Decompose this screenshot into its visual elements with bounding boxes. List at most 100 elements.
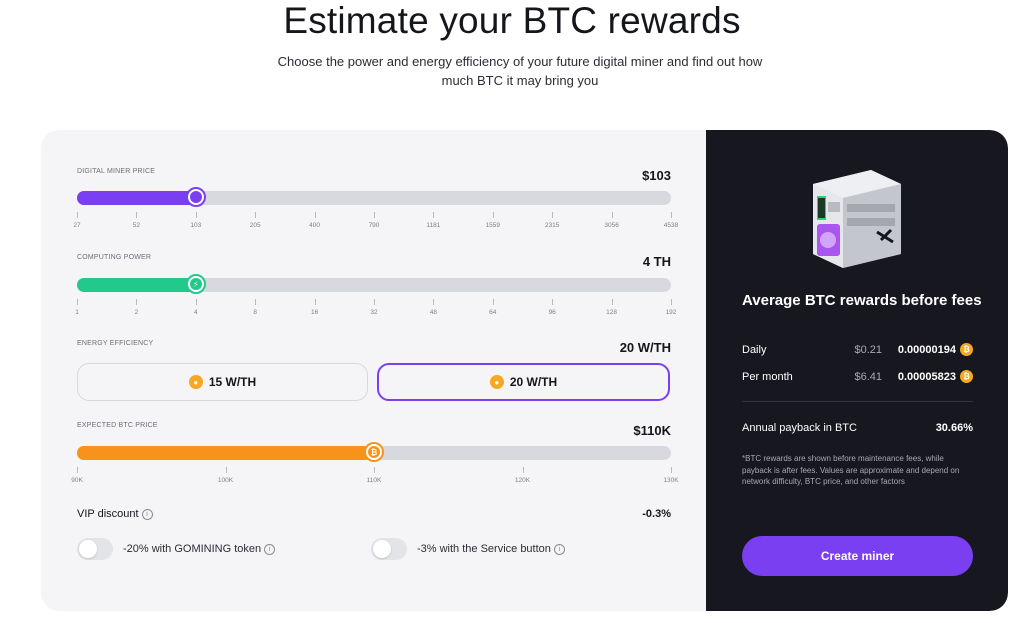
rewards-row-month: Per month $6.41 0.00005823 ₿ [742,370,973,386]
power-slider-fill [77,278,196,292]
btc-price-slider-handle[interactable]: ₿ [364,442,384,462]
slider-tick [671,212,672,218]
rewards-divider [742,401,973,402]
service-button-text: -3% with the Service button [417,543,551,555]
gomining-token-text: -20% with GOMINING token [123,543,262,555]
slider-tick [314,212,316,218]
slider-tick-label: 96 [548,309,556,316]
slider-tick [225,467,227,473]
rewards-panel: Average BTC rewards before fees Daily $0… [706,130,1008,611]
slider-tick [552,299,554,305]
btc-price-ticks: 90K 100K 110K 120K 130K [71,467,679,487]
service-button-toggle-label: -3% with the Service button i [417,543,565,555]
power-slider[interactable]: ⚡ [77,274,671,294]
slider-tick-label: 400 [309,222,321,229]
calculator-card: DIGITAL MINER PRICE $103 27 52 103 205 400 79… [41,130,1008,611]
slider-tick-label: 1 [75,309,79,316]
slider-tick [77,212,78,218]
slider-tick-label: 52 [132,222,141,229]
slider-tick [77,299,78,305]
toggle-thumb [373,540,391,558]
rewards-row-btc: 0.00005823 [897,371,956,383]
info-icon[interactable]: i [141,508,153,520]
rewards-title: Average BTC rewards before fees [742,292,982,309]
slider-tick [522,467,524,473]
info-icon[interactable]: i [553,543,565,555]
slider-tick-label: 790 [368,222,380,229]
slider-tick [492,212,494,218]
price-value: $103 [642,168,671,183]
rewards-row-usd: $6.41 [854,371,882,383]
slider-tick-label: 128 [606,309,618,316]
slider-tick [77,467,78,473]
slider-tick-label: 4538 [663,222,679,229]
slider-tick [195,212,197,218]
rewards-row-btc: 0.00000194 [897,344,956,356]
slider-tick-label: 16 [310,309,319,316]
create-miner-button[interactable]: Create miner [742,536,973,576]
slider-tick [255,212,257,218]
info-icon[interactable]: i [264,543,276,555]
rewards-row-daily: Daily $0.21 0.00000194 ₿ [742,343,973,359]
slider-tick-label: 1559 [485,222,501,229]
slider-tick-label: 27 [73,222,81,229]
btc-price-label: EXPECTED BTC PRICE [77,422,158,429]
bitcoin-icon: ₿ [368,446,380,458]
slider-tick [136,299,138,305]
power-label: COMPUTING POWER [77,254,152,261]
slider-tick-label: 4 [193,309,198,316]
btc-price-slider[interactable]: ₿ [77,442,671,462]
slider-tick-label: 32 [370,309,378,316]
slider-tick-label: 110K [366,477,382,484]
slider-tick-label: 1181 [426,222,441,229]
power-value: 4 TH [642,254,671,269]
vip-label-text: VIP discount [77,508,139,520]
efficiency-option-label: 20 W/TH [509,375,558,389]
slider-tick [136,212,138,218]
slider-tick [314,299,316,305]
slider-tick [195,299,197,305]
gomining-token-toggle[interactable] [77,538,113,560]
payback-row: Annual payback in BTC 30.66% [742,421,973,437]
slider-tick [374,467,375,473]
btc-price-value: $110K [633,423,671,438]
miner-device-image [813,170,901,268]
slider-tick [671,299,672,305]
slider-tick [433,299,435,305]
rewards-row-label: Per month [742,371,793,383]
lightning-icon: ⚡ [189,278,202,290]
bitcoin-icon: ₿ [960,343,973,356]
gomining-token-toggle-label: -20% with GOMINING token i [123,543,276,555]
slider-tick [611,212,613,218]
toggle-thumb [79,540,97,558]
calculator-controls: DIGITAL MINER PRICE $103 27 52 103 205 400 79… [41,130,706,611]
efficiency-option-15[interactable]: ● 15 W/TH [77,363,368,401]
slider-tick-label: 3056 [604,222,619,229]
bitcoin-icon: ₿ [960,370,973,383]
slider-tick-label: 103 [190,222,202,229]
price-slider-handle[interactable] [185,187,206,207]
payback-label: Annual payback in BTC [742,422,857,434]
efficiency-label: ENERGY EFFICIENCY [77,340,154,347]
slider-tick-label: 130K [663,477,679,484]
efficiency-value: 20 W/TH [619,340,671,355]
hero-subtitle: Choose the power and energy efficiency o… [277,54,763,88]
slider-tick-label: 90K [71,477,83,484]
power-ticks: 1 2 4 8 16 32 48 64 96 128 192 [75,299,676,319]
rewards-row-usd: $0.21 [854,344,882,356]
slider-tick [433,212,435,218]
lightbulb-icon: ● [188,375,203,389]
slider-tick-label: 2 [134,309,139,316]
efficiency-option-20[interactable]: ● 20 W/TH [377,363,670,401]
slider-tick [671,467,672,473]
service-button-toggle[interactable] [371,538,407,560]
slider-tick [374,299,375,305]
slider-tick [255,299,257,305]
power-slider-handle[interactable]: ⚡ [185,274,206,294]
price-ticks: 27 52 103 205 400 790 1181 1559 2315 3056 4538 [73,212,678,232]
payback-value: 30.66% [935,422,973,434]
lightbulb-icon: ● [489,375,504,389]
price-slider[interactable] [77,187,671,207]
vip-label: VIP discount i [77,508,153,520]
slider-tick [611,299,613,305]
